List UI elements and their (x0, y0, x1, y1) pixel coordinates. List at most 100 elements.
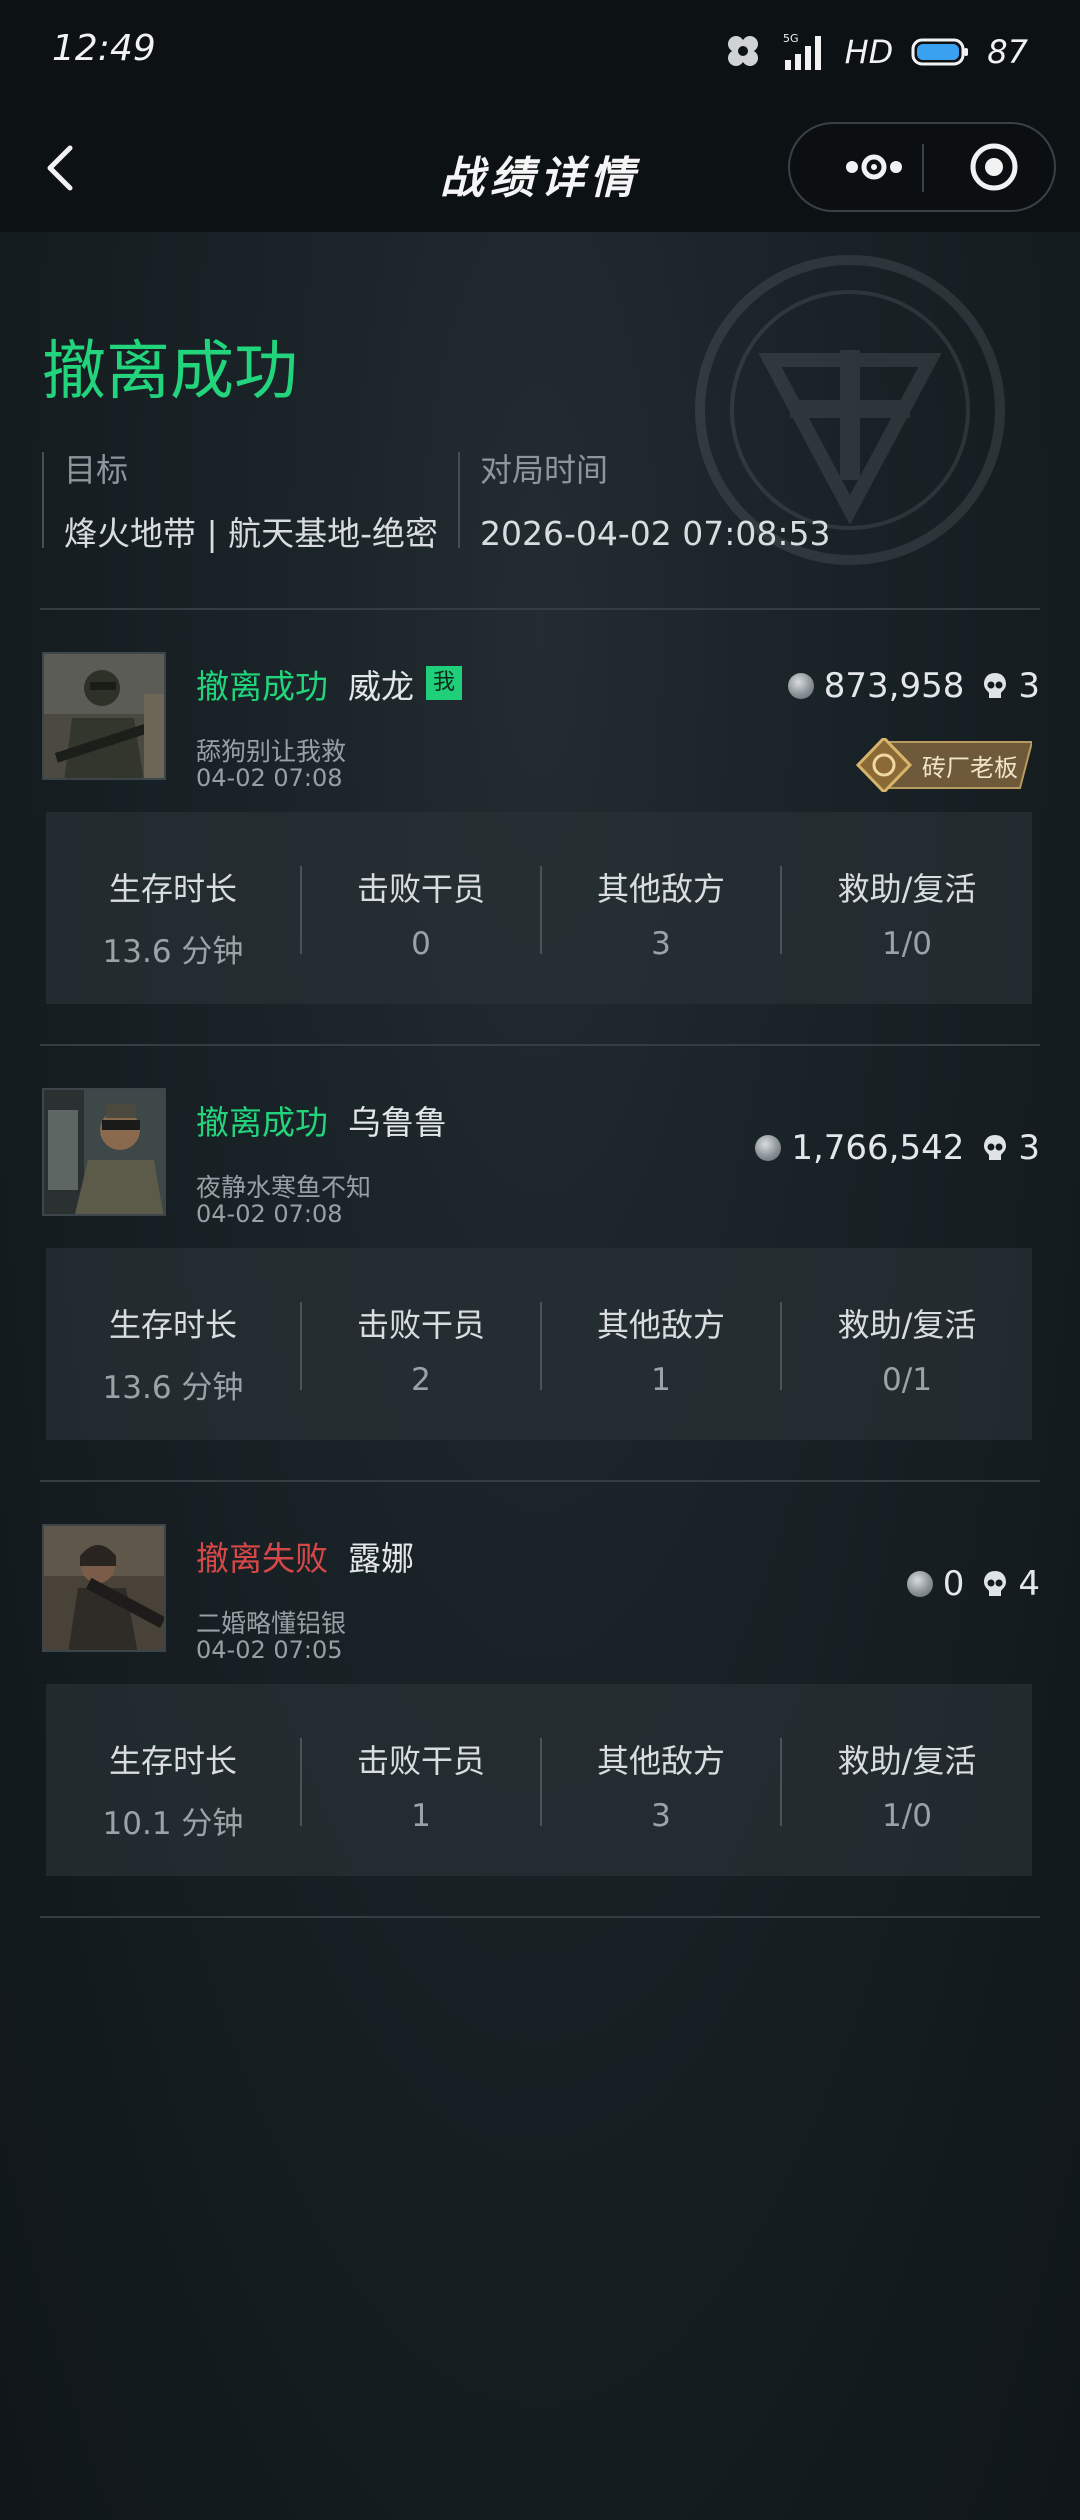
stat-label: 其他敌方 (596, 1306, 725, 1344)
stat-label: 击败干员 (356, 870, 485, 908)
more-button[interactable] (820, 124, 920, 210)
match-result: 撤离成功 (42, 335, 298, 409)
divider (40, 1044, 1040, 1046)
stat-kills: 击败干员 0 (302, 812, 540, 1004)
stats-panel: 生存时长 13.6 分钟 击败干员 2 其他敌方 1 救助/复活 0/1 (46, 1248, 1032, 1440)
stat-label: 生存时长 (108, 1742, 237, 1780)
soldier-avatar-icon (44, 1526, 164, 1650)
stat-label: 击败干员 (356, 1306, 485, 1344)
skull-icon (984, 673, 1007, 698)
loot-value: 0 4 (906, 1562, 1040, 1606)
player-status: 撤离成功 (196, 667, 328, 706)
svg-text:5G: 5G (783, 32, 799, 45)
soldier-avatar-icon (44, 1090, 164, 1214)
avatar (42, 1088, 166, 1216)
coin-icon (755, 1135, 782, 1161)
stat-value: 1/0 (882, 1798, 932, 1834)
player-subname: 夜静水寒鱼不知 (196, 1173, 372, 1202)
stat-value: 3 (651, 926, 671, 962)
stat-value: 10.1 分钟 (102, 1806, 244, 1842)
loot-amount: 873,958 (823, 666, 965, 706)
target-close-icon (970, 143, 1018, 191)
player-subname: 二婚略懂铝银 (196, 1609, 347, 1638)
stat-label: 击败干员 (356, 1742, 485, 1780)
stat-other-enemies: 其他敌方 3 (542, 1684, 780, 1876)
match-time-label: 对局时间 (480, 451, 609, 489)
stat-value: 1 (651, 1362, 671, 1398)
mini-program-capsule (788, 122, 1056, 212)
nav-bar: 战绩详情 (0, 106, 1080, 232)
avatar (42, 1524, 166, 1652)
stat-value: 13.6 分钟 (102, 1370, 244, 1406)
kill-count: 3 (1018, 1128, 1040, 1168)
signal-icon: 5G (783, 32, 821, 70)
avatar (42, 652, 166, 780)
stat-value: 1/0 (882, 926, 932, 962)
stat-value: 13.6 分钟 (102, 934, 244, 970)
clover-icon (727, 36, 758, 66)
player-subname: 舔狗别让我救 (196, 737, 347, 766)
rank-title: 砖厂老板 (922, 754, 1018, 782)
stat-label: 其他敌方 (596, 1742, 725, 1780)
match-time-section: 对局时间 2026-04-02 07:08:53 (458, 451, 1038, 553)
divider (40, 608, 1040, 610)
loot-value: 1,766,542 3 (755, 1126, 1040, 1170)
stat-label: 救助/复活 (837, 1306, 977, 1344)
target-label: 目标 (64, 451, 129, 489)
stat-value: 0/1 (882, 1362, 932, 1398)
match-time-value: 2026-04-02 07:08:53 (480, 514, 831, 553)
battery-icon (911, 38, 969, 66)
skull-icon (984, 1571, 1007, 1596)
stat-label: 生存时长 (108, 870, 237, 908)
close-button[interactable] (954, 124, 1034, 210)
player-status: 撤离失败 (196, 1539, 328, 1578)
player-time: 04-02 07:08 (196, 764, 343, 792)
loot-amount: 0 (942, 1564, 965, 1604)
coin-icon (787, 673, 814, 699)
player-card[interactable]: 撤离成功 威龙 我 舔狗别让我救 04-02 07:08 873,958 3 砖… (40, 652, 1040, 1012)
stat-value: 3 (651, 1798, 671, 1834)
target-section: 目标 烽火地带 | 航天基地-绝密 (42, 451, 462, 553)
status-bar: 12:49 5G HD 87 (0, 0, 1080, 106)
stat-label: 救助/复活 (837, 870, 977, 908)
stat-assist: 救助/复活 1/0 (782, 1684, 1032, 1876)
stat-label: 救助/复活 (837, 1742, 977, 1780)
stat-kills: 击败干员 1 (302, 1684, 540, 1876)
soldier-avatar-icon (44, 654, 164, 778)
stat-assist: 救助/复活 0/1 (782, 1248, 1032, 1440)
stat-survival: 生存时长 13.6 分钟 (46, 1248, 300, 1440)
stat-survival: 生存时长 13.6 分钟 (46, 812, 300, 1004)
player-name: 乌鲁鲁 (348, 1103, 447, 1142)
rank-badge: 砖厂老板 (856, 738, 1032, 792)
more-dots-icon (846, 154, 902, 180)
stat-survival: 生存时长 10.1 分钟 (46, 1684, 300, 1876)
stat-other-enemies: 其他敌方 3 (542, 812, 780, 1004)
player-card[interactable]: 撤离失败 露娜 二婚略懂铝银 04-02 07:05 0 4 生存时长 10.1… (40, 1524, 1040, 1884)
capsule-separator (922, 144, 924, 192)
kill-count: 4 (1018, 1564, 1040, 1604)
kill-count: 3 (1018, 666, 1040, 706)
stat-value: 0 (411, 926, 431, 962)
stat-value: 2 (411, 1362, 431, 1398)
target-value: 烽火地带 | 航天基地-绝密 (64, 514, 439, 553)
battery-level: 87 (987, 33, 1028, 71)
stat-label: 其他敌方 (596, 870, 725, 908)
coin-icon (906, 1571, 933, 1597)
player-time: 04-02 07:05 (196, 1636, 343, 1664)
loot-value: 873,958 3 (787, 664, 1040, 708)
stat-other-enemies: 其他敌方 1 (542, 1248, 780, 1440)
stat-kills: 击败干员 2 (302, 1248, 540, 1440)
player-time: 04-02 07:08 (196, 1200, 343, 1228)
stat-assist: 救助/复活 1/0 (782, 812, 1032, 1004)
status-time: 12:49 (52, 28, 156, 69)
player-card[interactable]: 撤离成功 乌鲁鲁 夜静水寒鱼不知 04-02 07:08 1,766,542 3… (40, 1088, 1040, 1448)
status-icons: 5G HD 87 (721, 28, 1028, 76)
skull-icon (984, 1135, 1007, 1160)
divider (40, 1916, 1040, 1918)
divider (40, 1480, 1040, 1482)
player-status: 撤离成功 (196, 1103, 328, 1142)
page: 12:49 5G HD 87 战绩详情 撤离成功 目标 烽火地带 | 航天基地-… (0, 0, 1080, 2520)
stat-value: 1 (411, 1798, 431, 1834)
player-name: 威龙 (348, 667, 414, 706)
stats-panel: 生存时长 10.1 分钟 击败干员 1 其他敌方 3 救助/复活 1/0 (46, 1684, 1032, 1876)
